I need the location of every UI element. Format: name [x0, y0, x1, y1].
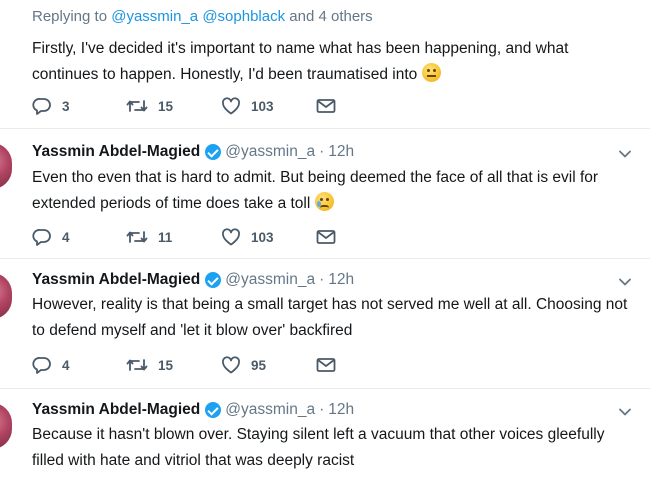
tweet-text-content: Because it hasn't blown over. Staying si…	[32, 426, 605, 469]
timestamp[interactable]: 12h	[328, 143, 354, 161]
separator-dot: ·	[319, 401, 325, 418]
tweet-header: Yassmin Abdel-Magied @yassmin_a · 12h	[32, 401, 354, 419]
tweet-text: Firstly, I've decided it's important to …	[32, 36, 632, 88]
tweet-text: However, reality is that being a small t…	[32, 292, 632, 344]
like-icon	[222, 356, 240, 374]
chevron-down-icon[interactable]	[618, 147, 632, 161]
replying-to-label: Replying to	[32, 8, 108, 25]
direct-message-button[interactable]	[316, 357, 336, 373]
reply-count: 4	[62, 357, 70, 373]
like-icon	[222, 97, 240, 115]
verified-badge-icon	[205, 144, 222, 160]
reply-count: 4	[62, 229, 70, 245]
reply-button[interactable]: 3	[32, 97, 126, 115]
reply-icon	[32, 357, 51, 374]
retweet-count: 15	[158, 357, 174, 373]
tweet-actions: 3 15 103	[32, 95, 336, 117]
author-handle[interactable]: @yassmin_a	[225, 271, 315, 289]
chevron-down-icon[interactable]	[618, 275, 632, 289]
reply-count: 3	[62, 98, 70, 114]
direct-message-icon	[316, 99, 336, 113]
like-button[interactable]: 95	[221, 356, 316, 374]
author-name[interactable]: Yassmin Abdel-Magied	[32, 401, 200, 419]
retweet-count: 15	[158, 98, 174, 114]
reply-icon	[32, 98, 51, 115]
tweet-thread: Replying to @yassmin_a @sophblack and 4 …	[0, 0, 650, 488]
like-button[interactable]: 103	[221, 228, 316, 246]
neutral-face-emoji-icon	[421, 63, 441, 82]
timestamp[interactable]: 12h	[328, 401, 354, 419]
direct-message-button[interactable]	[316, 229, 336, 245]
mention-sophblack-link[interactable]: @sophblack	[202, 8, 285, 25]
chevron-down-icon[interactable]	[618, 405, 632, 419]
reply-icon	[32, 229, 51, 246]
like-count: 103	[251, 98, 274, 114]
like-icon	[222, 228, 240, 246]
tweet[interactable]: Yassmin Abdel-Magied @yassmin_a · 12h Be…	[0, 388, 650, 488]
like-count: 103	[251, 229, 274, 245]
tweet-text: Even tho even that is hard to admit. But…	[32, 165, 632, 217]
retweet-icon	[126, 231, 148, 243]
like-button[interactable]: 103	[221, 97, 316, 115]
timestamp[interactable]: 12h	[328, 271, 354, 289]
separator-dot: ·	[319, 271, 325, 288]
author-handle[interactable]: @yassmin_a	[225, 143, 315, 161]
author-name[interactable]: Yassmin Abdel-Magied	[32, 271, 200, 289]
author-name[interactable]: Yassmin Abdel-Magied	[32, 143, 200, 161]
tweet-actions: 4 11 103	[32, 226, 336, 248]
tweet-header: Yassmin Abdel-Magied @yassmin_a · 12h	[32, 271, 354, 289]
tweet-text-content: Firstly, I've decided it's important to …	[32, 40, 569, 83]
tweet-header: Yassmin Abdel-Magied @yassmin_a · 12h	[32, 143, 354, 161]
direct-message-icon	[316, 358, 336, 372]
reply-button[interactable]: 4	[32, 356, 126, 374]
retweet-button[interactable]: 11	[126, 229, 221, 245]
separator-dot: ·	[319, 143, 325, 160]
verified-badge-icon	[205, 272, 222, 288]
verified-badge-icon	[205, 402, 222, 418]
author-handle[interactable]: @yassmin_a	[225, 401, 315, 419]
retweet-button[interactable]: 15	[126, 98, 221, 114]
retweet-button[interactable]: 15	[126, 357, 221, 373]
avatar[interactable]	[0, 273, 12, 319]
tweet[interactable]: Yassmin Abdel-Magied @yassmin_a · 12h Ho…	[0, 258, 650, 388]
avatar[interactable]	[0, 403, 12, 449]
sad-tear-face-emoji-icon	[314, 192, 334, 211]
tweet-text-content: However, reality is that being a small t…	[32, 296, 628, 339]
replying-to-line: Replying to @yassmin_a @sophblack and 4 …	[32, 8, 373, 25]
tweet[interactable]: Yassmin Abdel-Magied @yassmin_a · 12h Ev…	[0, 128, 650, 258]
direct-message-button[interactable]	[316, 98, 336, 114]
tweet-actions: 4 15 95	[32, 354, 336, 376]
like-count: 95	[251, 357, 267, 373]
retweet-count: 11	[158, 229, 173, 245]
retweet-icon	[126, 100, 148, 112]
avatar[interactable]	[0, 143, 12, 189]
reply-button[interactable]: 4	[32, 228, 126, 246]
retweet-icon	[126, 359, 148, 371]
direct-message-icon	[316, 230, 336, 244]
others-link[interactable]: and 4 others	[289, 8, 372, 25]
mention-yassmin-link[interactable]: @yassmin_a	[111, 8, 198, 25]
tweet-text: Because it hasn't blown over. Staying si…	[32, 422, 632, 474]
